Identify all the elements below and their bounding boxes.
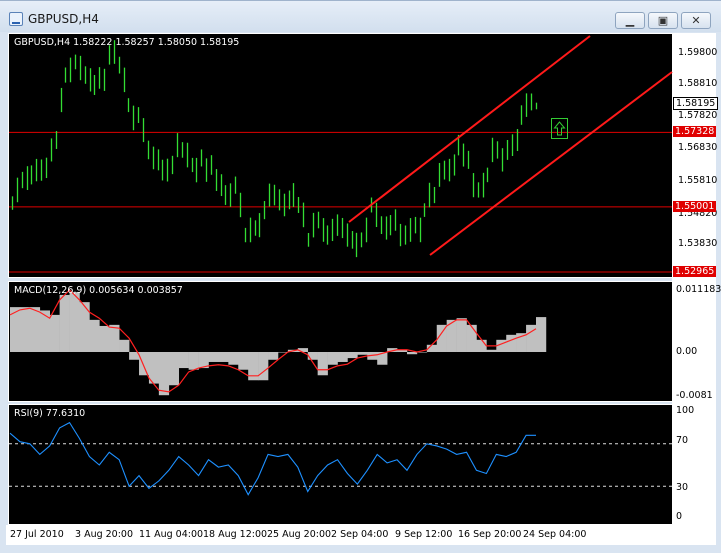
macd-histogram-bar (109, 324, 120, 352)
macd-histogram-bar (99, 325, 110, 352)
price-legend: GBPUSD,H4 1.58222 1.58257 1.58050 1.5819… (14, 37, 240, 48)
macd-histogram-bar (357, 352, 368, 355)
rsi-axis-label: 30 (676, 482, 689, 493)
macd-histogram-bar (228, 352, 239, 365)
chart-plot (9, 35, 673, 496)
rsi-line (9, 421, 536, 496)
time-axis-label: 27 Jul 2010 (10, 529, 64, 540)
hline-price-label: 1.57328 (673, 126, 717, 137)
lower-channel-line[interactable] (429, 71, 673, 256)
macd-axis-label: 0.00 (676, 346, 698, 357)
price-axis-label: 1.58810 (678, 78, 718, 89)
price-axis-label: 1.53830 (678, 238, 718, 249)
time-axis-label: 3 Aug 20:00 (75, 529, 134, 540)
macd-histogram-bar (208, 352, 219, 362)
macd-axis-label: -0.0081 (676, 390, 713, 401)
macd-histogram-bar (476, 339, 487, 352)
macd-histogram-bar (89, 319, 100, 352)
macd-histogram-bar (307, 352, 318, 360)
macd-histogram-bar (258, 352, 269, 381)
buy-arrow-icon[interactable] (551, 118, 568, 139)
macd-histogram-bar (337, 352, 348, 362)
macd-histogram-bar (59, 294, 70, 352)
macd-histogram-bar (79, 302, 90, 352)
macd-histogram-bar (218, 352, 229, 362)
macd-histogram-bar (327, 352, 338, 365)
price-axis-label: 1.56830 (678, 142, 718, 153)
time-axis-label: 2 Sep 04:00 (331, 529, 389, 540)
macd-histogram-bar (188, 352, 199, 370)
upper-channel-line[interactable] (348, 35, 591, 223)
macd-histogram-bar (119, 339, 130, 352)
macd-histogram-bar (39, 310, 50, 352)
macd-axis-label: 0.011183 (676, 284, 721, 295)
hline-price-label: 1.55001 (673, 201, 717, 212)
macd-histogram-bar (19, 307, 31, 352)
price-axis-label: 1.59800 (678, 47, 718, 58)
macd-legend: MACD(12,26,9) 0.005634 0.003857 (14, 285, 183, 296)
current-price-label: 1.58195 (673, 97, 719, 110)
macd-histogram-bar (69, 292, 80, 352)
rsi-axis-label: 100 (676, 405, 695, 416)
price-axis-label: 1.57820 (678, 110, 718, 121)
macd-histogram-bar (29, 307, 41, 352)
macd-histogram-bar (506, 334, 517, 352)
macd-histogram-bar (178, 352, 189, 369)
macd-histogram-bar (158, 352, 170, 396)
macd-histogram-bar (148, 352, 160, 384)
macd-histogram-bar (536, 317, 547, 352)
macd-histogram-bar (238, 352, 249, 370)
macd-histogram-bar (466, 324, 477, 352)
rsi-legend: RSI(9) 77.6310 (14, 408, 86, 419)
rsi-axis-label: 70 (676, 435, 689, 446)
rsi-axis-label: 0 (676, 511, 683, 522)
time-axis-label: 16 Sep 20:00 (458, 529, 522, 540)
time-axis-label: 9 Sep 12:00 (395, 529, 453, 540)
macd-histogram-bar (139, 352, 150, 376)
macd-histogram-bar (347, 352, 358, 359)
macd-histogram-bar (456, 318, 467, 352)
macd-histogram-bar (268, 352, 279, 360)
time-axis-label: 24 Sep 04:00 (523, 529, 587, 540)
time-axis-label: 18 Aug 12:00 (203, 529, 268, 540)
macd-histogram-bar (49, 314, 60, 352)
price-axis-label: 1.55810 (678, 175, 718, 186)
macd-histogram-bar (168, 352, 180, 386)
hline-price-label: 1.52965 (673, 266, 717, 277)
time-axis-label: 11 Aug 04:00 (139, 529, 204, 540)
macd-histogram-bar (317, 352, 328, 376)
macd-histogram-bar (486, 349, 497, 352)
time-axis-label: 25 Aug 20:00 (267, 529, 332, 540)
